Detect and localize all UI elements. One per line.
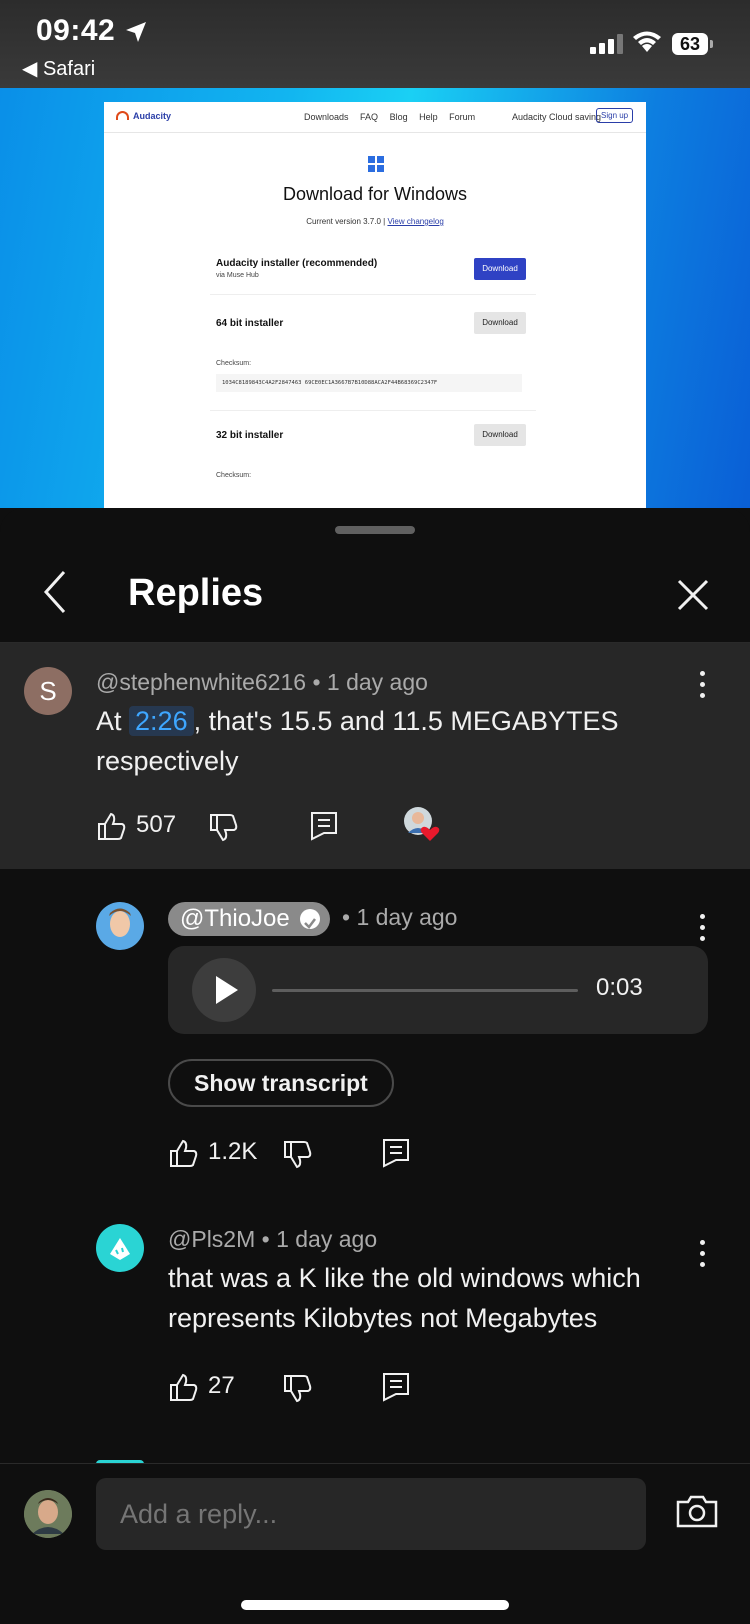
avatar[interactable]: S — [24, 667, 72, 715]
bit32-card: 32 bit installer Download Checksum: — [210, 418, 536, 508]
reply-icon[interactable] — [310, 811, 338, 841]
like-count: 27 — [208, 1372, 235, 1399]
cloud-saving-link: Audacity Cloud saving — [512, 112, 602, 122]
play-icon — [216, 976, 238, 1004]
comment-text: At 2:26, that's 15.5 and 11.5 MEGABYTES … — [96, 701, 696, 781]
like-icon[interactable] — [96, 811, 126, 841]
home-indicator[interactable] — [241, 1600, 509, 1610]
comment-text: that was a K like the old windows which … — [168, 1263, 641, 1333]
bit32-title: 32 bit installer — [216, 430, 284, 441]
avatar[interactable] — [96, 902, 144, 950]
site-navbar: Audacity Downloads FAQ Blog Help Forum A… — [104, 102, 646, 133]
headphones-icon — [116, 111, 129, 120]
version-line: Current version 3.7.0 | View changelog — [104, 217, 646, 226]
nav-help: Help — [419, 112, 438, 122]
camera-icon[interactable] — [676, 1494, 718, 1528]
site-brand: Audacity — [116, 111, 171, 121]
bit64-title: 64 bit installer — [216, 318, 284, 329]
replies-sheet: Replies S @stephenwhite6216 • 1 day ago … — [0, 508, 750, 1624]
audio-reply-player: 0:03 — [168, 946, 708, 1034]
sheet-drag-handle[interactable] — [335, 526, 415, 534]
back-to-safari-link[interactable]: ◀ Safari — [22, 56, 95, 81]
add-reply-input[interactable] — [96, 1478, 646, 1550]
dislike-icon[interactable] — [282, 1374, 312, 1404]
reply-icon[interactable] — [382, 1138, 410, 1168]
close-icon[interactable] — [676, 578, 710, 612]
show-transcript-button[interactable]: Show transcript — [168, 1059, 394, 1107]
installer-title: Audacity installer (recommended) — [216, 258, 378, 269]
reply-icon[interactable] — [382, 1372, 410, 1402]
comment-time: • 1 day ago — [312, 669, 428, 695]
location-arrow-icon — [126, 22, 146, 42]
nav-downloads: Downloads — [304, 112, 349, 122]
creator-heart-badge — [404, 807, 440, 843]
installer-card: Audacity installer (recommended) via Mus… — [210, 242, 536, 295]
site-nav-links: Downloads FAQ Blog Help Forum — [304, 112, 484, 122]
avatar[interactable] — [96, 1224, 144, 1272]
more-options-icon[interactable] — [700, 914, 706, 947]
audio-duration: 0:03 — [596, 974, 643, 1001]
version-text: Current version 3.7.0 | — [306, 217, 386, 226]
back-arrow-icon[interactable] — [40, 568, 70, 616]
download-title: Download for Windows — [282, 184, 468, 204]
bit64-card: 64 bit installer Download Checksum: 1034… — [210, 302, 536, 411]
comment-meta: @Pls2M • 1 day ago — [168, 1226, 377, 1253]
page-title: Replies — [128, 572, 264, 614]
parent-comment: S @stephenwhite6216 • 1 day ago At 2:26,… — [0, 643, 750, 869]
audio-progress-track[interactable] — [272, 989, 578, 992]
user-avatar[interactable] — [24, 1490, 72, 1538]
timestamp-link[interactable]: 2:26 — [129, 706, 194, 736]
nav-faq: FAQ — [360, 112, 379, 122]
like-icon[interactable] — [168, 1372, 198, 1402]
brand-label: Audacity — [133, 111, 172, 121]
bit32-checksum-label: Checksum: — [216, 472, 252, 479]
like-count: 507 — [136, 811, 177, 838]
wifi-icon — [633, 31, 661, 52]
video-player[interactable]: Audacity Downloads FAQ Blog Help Forum A… — [0, 88, 750, 508]
nav-forum: Forum — [449, 112, 476, 122]
changelog-link: View changelog — [387, 217, 444, 226]
nav-blog: Blog — [389, 112, 408, 122]
play-button[interactable] — [192, 958, 256, 1022]
dislike-icon[interactable] — [208, 813, 238, 843]
comment-author[interactable]: @Pls2M — [168, 1226, 255, 1252]
bit64-checksum-value: 1034C8189843C4A2F2847463 69CE0EC1A3667B7… — [216, 374, 522, 392]
verified-check-icon — [299, 909, 320, 929]
bit64-checksum-label: Checksum: — [216, 360, 252, 367]
installer-download-button: Download — [474, 258, 526, 280]
battery-indicator: 63 — [672, 33, 713, 55]
like-count: 1.2K — [208, 1138, 258, 1165]
verified-author-badge[interactable]: @ThioJoe — [168, 902, 330, 936]
like-icon[interactable] — [168, 1138, 198, 1168]
signup-button: Sign up — [596, 108, 634, 123]
windows-logo-icon — [368, 156, 384, 172]
comment-time: • 1 day ago — [342, 904, 458, 930]
status-bar: 09:42 ◀ Safari 63 — [0, 0, 750, 88]
comment-author[interactable]: @stephenwhite6216 — [96, 669, 306, 695]
comment-text-before: At — [96, 706, 122, 736]
comment-author: @ThioJoe — [180, 905, 290, 932]
dislike-icon[interactable] — [282, 1140, 312, 1170]
footer-divider — [0, 1463, 750, 1464]
installer-sub: via Muse Hub — [216, 272, 259, 279]
bit64-download-button: Download — [474, 312, 526, 334]
cellular-signal-icon — [590, 34, 623, 54]
creator-avatar-icon — [404, 807, 440, 841]
video-frame-webpage: Audacity Downloads FAQ Blog Help Forum A… — [104, 102, 646, 508]
status-time: 09:42 — [36, 14, 116, 47]
more-options-icon[interactable] — [700, 671, 706, 704]
comment-time: • 1 day ago — [261, 1226, 378, 1252]
bit32-download-button: Download — [474, 424, 526, 446]
comment-meta: @stephenwhite6216 • 1 day ago — [96, 669, 428, 696]
